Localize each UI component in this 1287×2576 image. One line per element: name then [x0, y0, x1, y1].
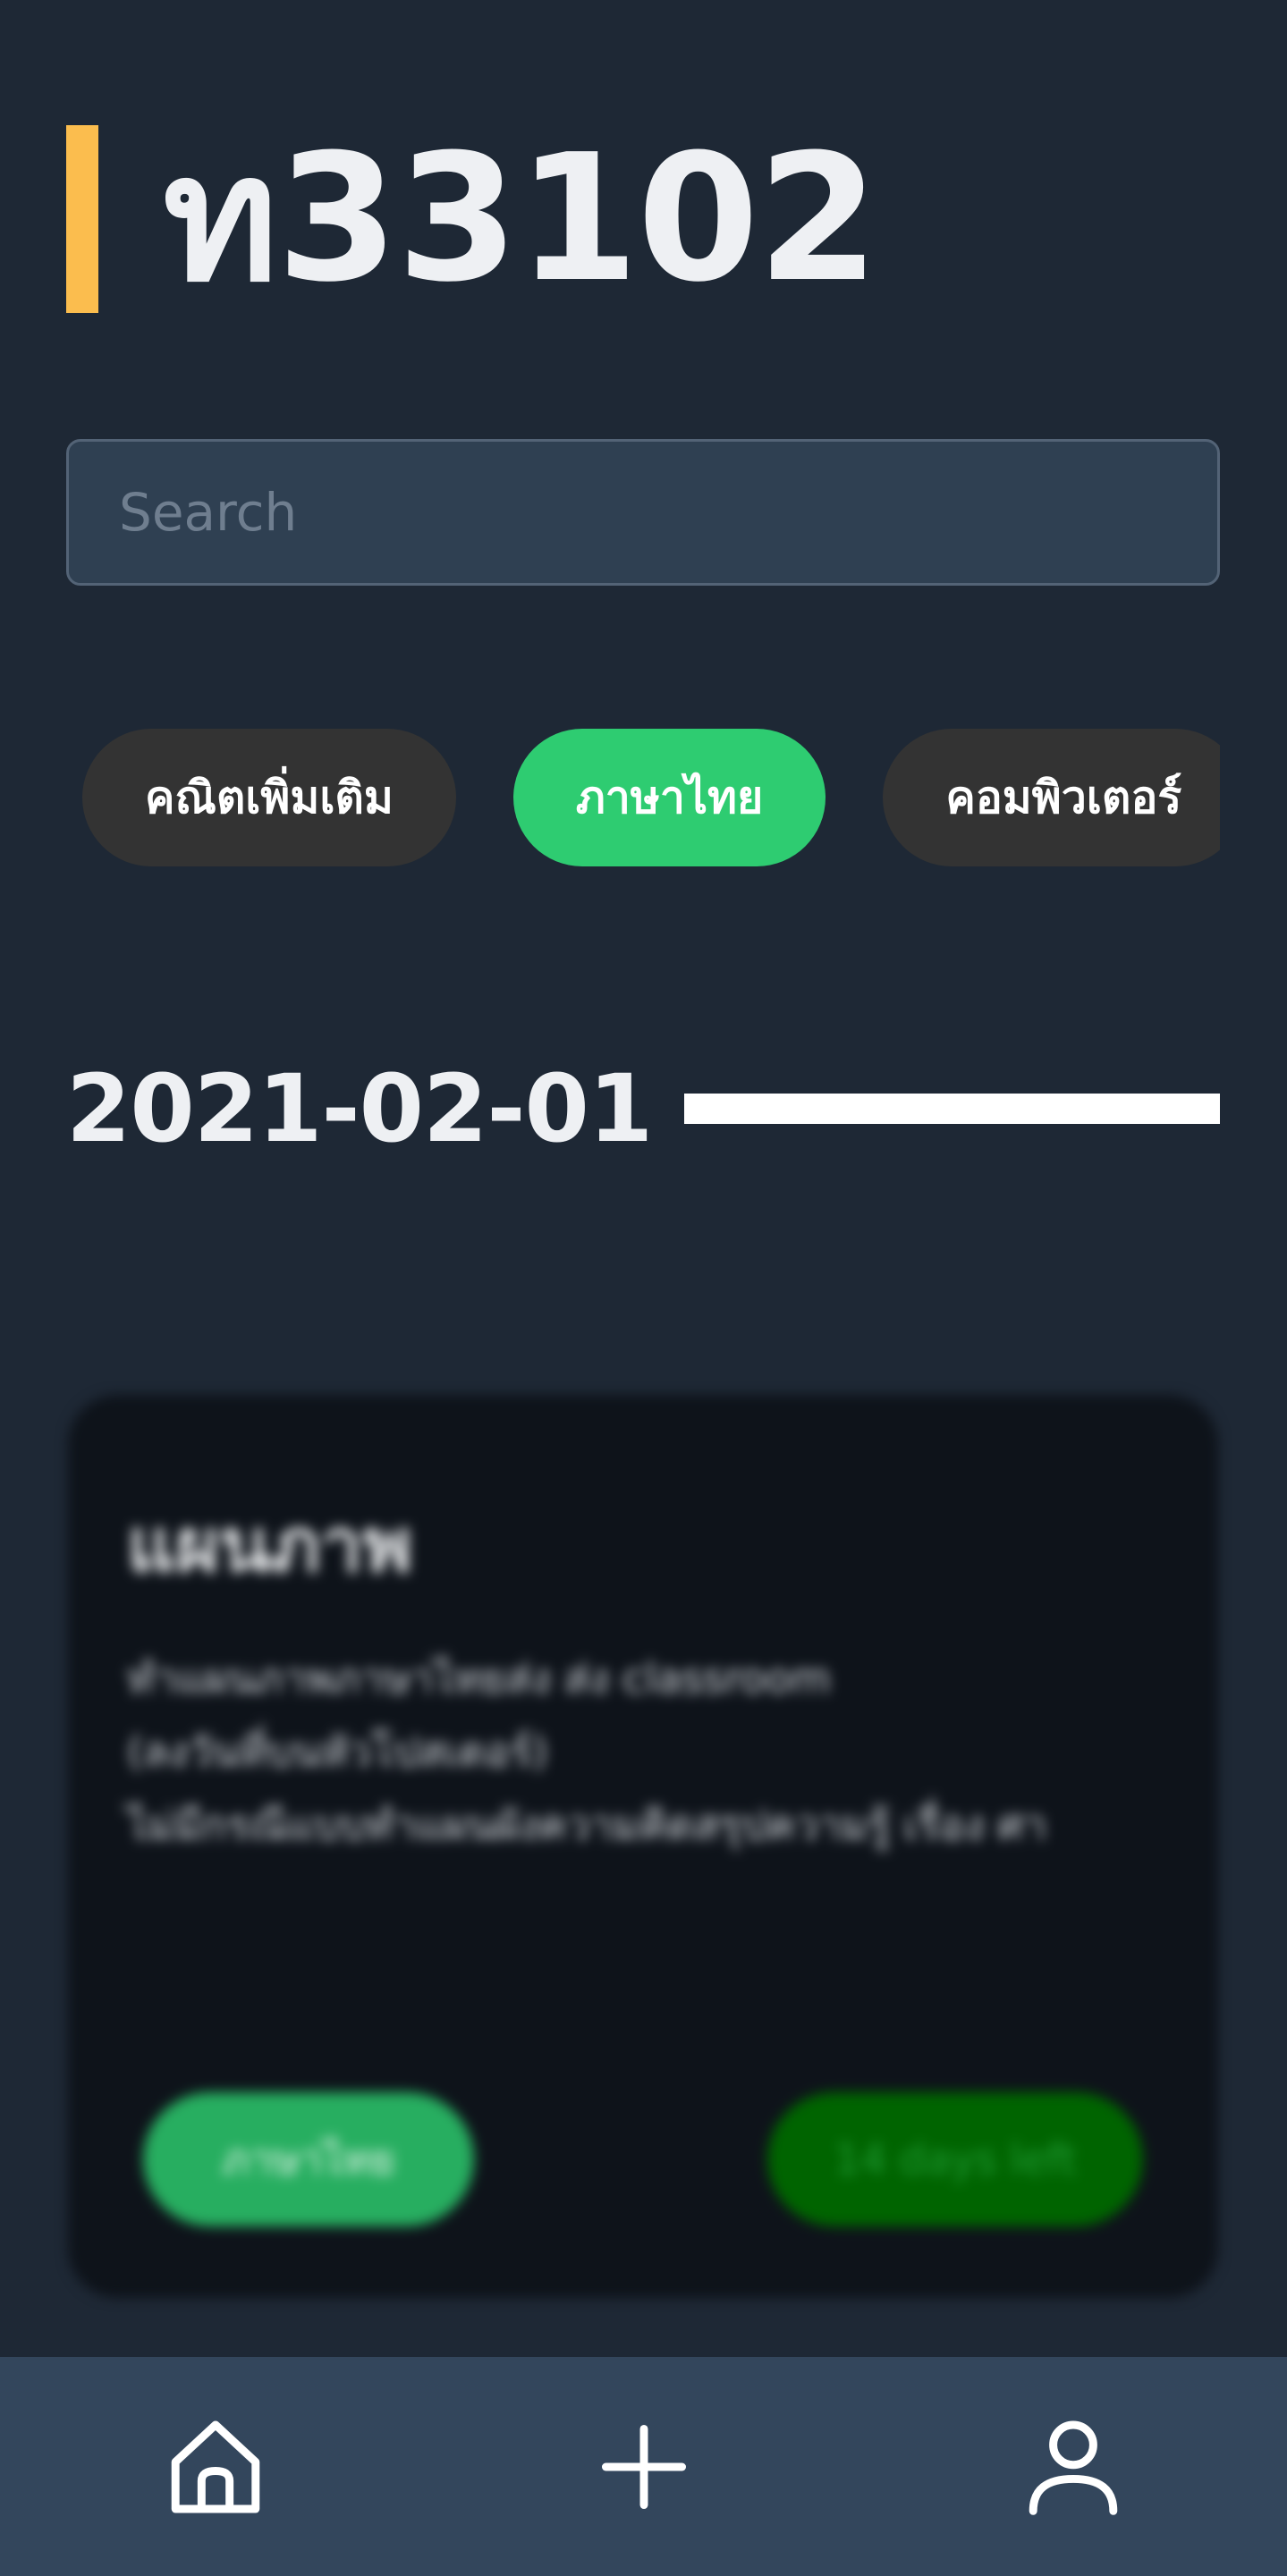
assignment-description: ทำแผนภาพภาษาไทยส่ง ส่ง classroom (ลงวันท… — [127, 1642, 1159, 1862]
user-icon — [1029, 2420, 1118, 2515]
category-chip-math[interactable]: คณิตเพิ่มเติม — [82, 729, 456, 866]
section-divider — [684, 1094, 1220, 1124]
nav-add-button[interactable] — [555, 2357, 733, 2576]
page-header: ท33102 — [66, 117, 879, 321]
assignment-subject-badge: ภาษาไทย — [143, 2092, 474, 2226]
category-chip-computer[interactable]: คอมพิวเตอร์ — [883, 729, 1220, 866]
home-icon — [171, 2420, 260, 2513]
category-chips: คณิตเพิ่มเติม ภาษาไทย คอมพิวเตอร์ — [66, 729, 1220, 866]
bottom-navigation — [0, 2357, 1287, 2576]
page-title: ท33102 — [163, 117, 879, 321]
assignment-title: แผนภาพ — [127, 1501, 412, 1589]
section-date: 2021-02-01 — [66, 1054, 653, 1163]
search-box[interactable] — [66, 439, 1220, 586]
assignment-description-line: ไม่มีกรณีแบบทำแผนผังความคิดสรุปความรู้ เ… — [127, 1801, 1047, 1849]
category-chip-thai[interactable]: ภาษาไทย — [512, 729, 826, 866]
nav-home-button[interactable] — [126, 2357, 305, 2576]
category-filter-bar[interactable]: คณิตเพิ่มเติม ภาษาไทย คอมพิวเตอร์ — [66, 729, 1220, 866]
assignment-description-line: ทำแผนภาพภาษาไทยส่ง ส่ง classroom — [127, 1654, 831, 1702]
nav-profile-button[interactable] — [984, 2357, 1163, 2576]
title-accent-bar — [66, 125, 98, 313]
assignment-description-line: (ลงวันที่บนหัวโปสเตอร์) — [127, 1727, 548, 1776]
assignment-card[interactable]: แผนภาพ ทำแผนภาพภาษาไทยส่ง ส่ง classroom … — [68, 1395, 1218, 2298]
plus-icon — [601, 2424, 687, 2509]
date-section-header: 2021-02-01 — [66, 1054, 1220, 1163]
search-input[interactable] — [69, 442, 1217, 583]
assignment-due-badge: 14 days left — [767, 2092, 1143, 2226]
